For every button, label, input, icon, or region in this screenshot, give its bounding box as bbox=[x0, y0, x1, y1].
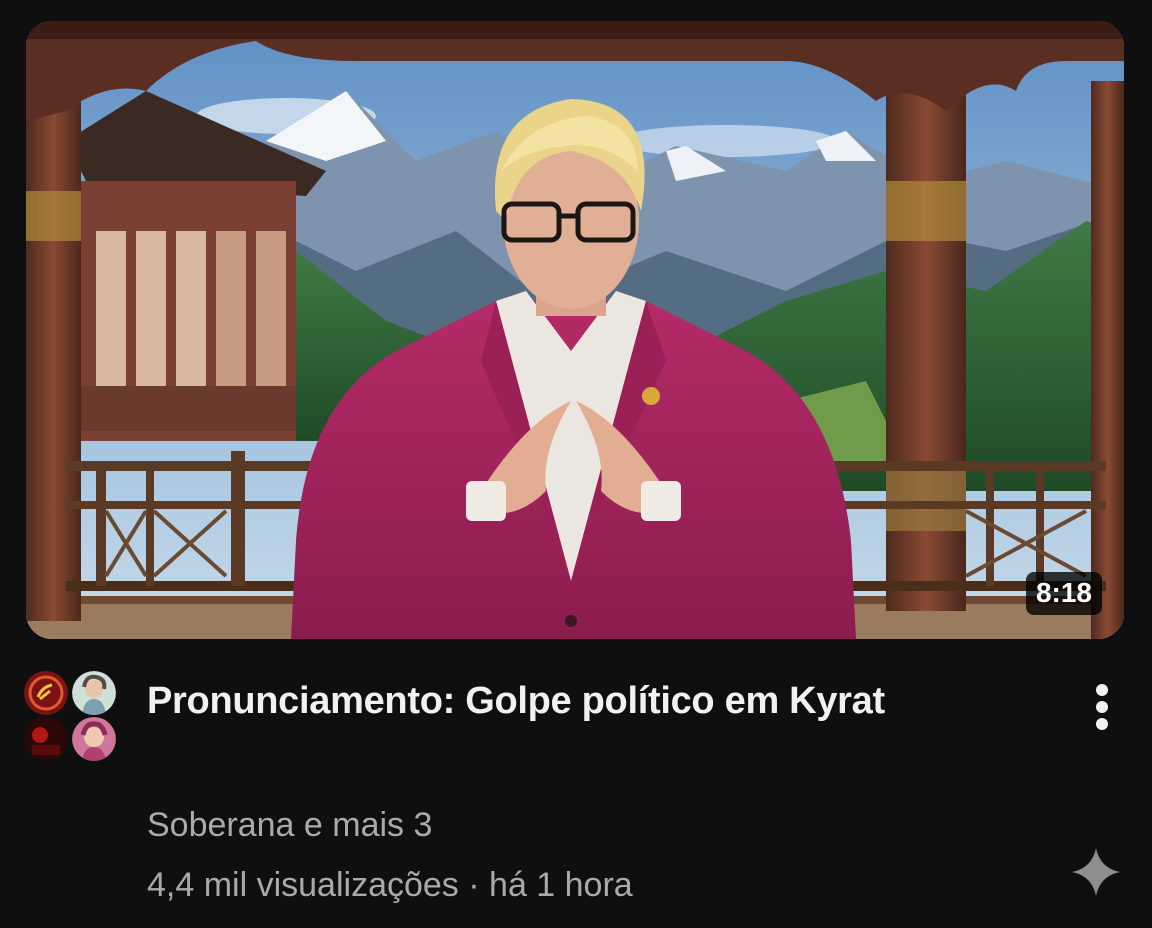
video-metadata: 4,4 mil visualizações · há 1 hora bbox=[147, 866, 633, 905]
view-count: 4,4 mil visualizações bbox=[147, 866, 459, 904]
more-options-button[interactable] bbox=[1082, 681, 1122, 733]
channel-name[interactable]: Soberana e mais 3 bbox=[147, 806, 432, 845]
video-thumbnail[interactable]: 8:18 bbox=[26, 21, 1124, 639]
video-title[interactable]: Pronunciamento: Golpe político em Kyrat bbox=[147, 680, 1027, 723]
sparkle-icon bbox=[1070, 846, 1122, 898]
thumbnail-image bbox=[26, 21, 1124, 639]
meta-separator: · bbox=[468, 866, 480, 904]
avatar bbox=[24, 717, 68, 761]
avatar bbox=[24, 671, 68, 715]
video-duration-badge: 8:18 bbox=[1025, 572, 1102, 615]
avatar bbox=[72, 671, 116, 715]
channel-avatars[interactable] bbox=[24, 671, 116, 763]
upload-age: há 1 hora bbox=[489, 866, 633, 904]
avatar bbox=[72, 717, 116, 761]
